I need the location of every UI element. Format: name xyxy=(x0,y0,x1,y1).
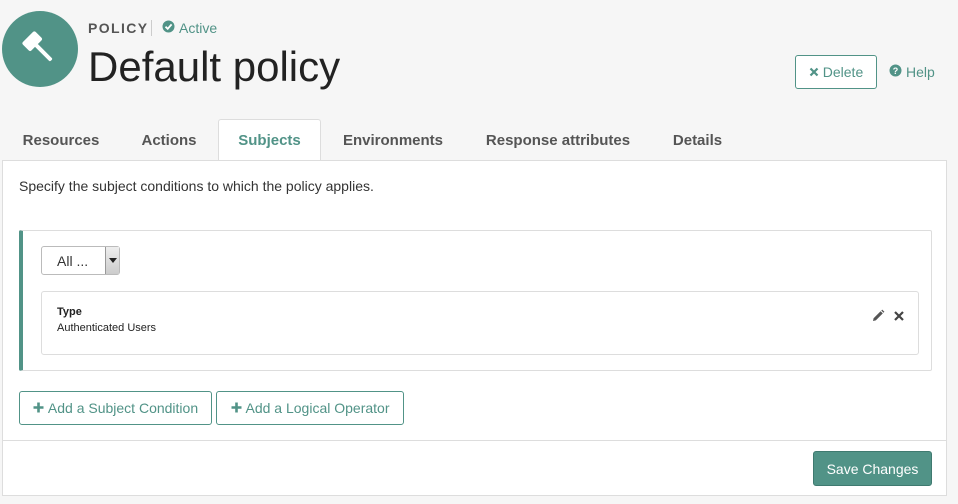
chevron-down-icon[interactable] xyxy=(105,247,119,274)
tab-resources[interactable]: Resources xyxy=(2,119,120,161)
condition-key-label: Type xyxy=(57,306,82,318)
policy-type-label: POLICY xyxy=(88,20,149,36)
page-title: Default policy xyxy=(88,43,341,90)
tab-subjects[interactable]: Subjects xyxy=(218,119,321,161)
header-separator xyxy=(151,20,152,36)
operator-select[interactable]: All ... xyxy=(41,246,120,275)
operator-select-value: All ... xyxy=(57,252,89,269)
add-logical-operator-button[interactable]: Add a Logical Operator xyxy=(216,391,404,425)
help-link-label: Help xyxy=(906,64,935,80)
help-link[interactable]: ? Help xyxy=(889,64,935,80)
tab-environments[interactable]: Environments xyxy=(321,119,465,161)
status-label: Active xyxy=(179,20,218,36)
save-changes-button[interactable]: Save Changes xyxy=(813,451,932,486)
tab-details[interactable]: Details xyxy=(651,119,744,161)
panel-footer-divider xyxy=(3,440,946,441)
logical-operator-block: All ... Type Authenticated Users xyxy=(19,230,932,371)
pencil-icon[interactable] xyxy=(871,309,885,328)
tab-bar: Resources Actions Subjects Environments … xyxy=(2,119,744,161)
subjects-panel: Specify the subject conditions to which … xyxy=(2,160,947,496)
subject-condition-item[interactable]: Type Authenticated Users xyxy=(41,291,919,355)
delete-button-label: Delete xyxy=(822,64,864,80)
add-logical-operator-label: Add a Logical Operator xyxy=(245,400,390,416)
question-circle-icon: ? xyxy=(889,64,902,80)
close-icon xyxy=(809,64,819,80)
condition-value: Authenticated Users xyxy=(57,322,157,334)
tab-actions[interactable]: Actions xyxy=(120,119,218,161)
policy-gavel-icon xyxy=(2,11,78,87)
add-subject-condition-label: Add a Subject Condition xyxy=(47,400,199,416)
svg-text:?: ? xyxy=(893,66,899,76)
check-circle-icon xyxy=(162,20,175,36)
add-subject-condition-button[interactable]: Add a Subject Condition xyxy=(19,391,212,425)
plus-icon xyxy=(33,400,44,416)
plus-icon xyxy=(231,400,242,416)
delete-button[interactable]: Delete xyxy=(795,55,877,89)
close-icon[interactable] xyxy=(893,309,905,327)
panel-description: Specify the subject conditions to which … xyxy=(19,178,374,194)
tab-response-attributes[interactable]: Response attributes xyxy=(465,119,651,161)
status-badge: Active xyxy=(162,20,217,36)
